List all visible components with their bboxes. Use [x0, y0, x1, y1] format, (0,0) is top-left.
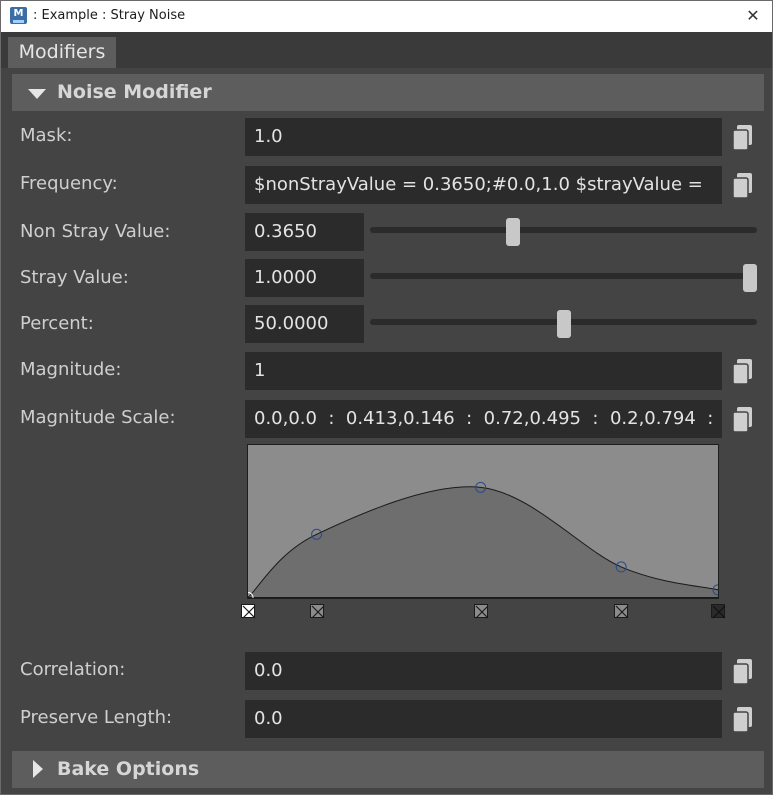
- percent-slider-handle[interactable]: [556, 310, 571, 338]
- magnitude-copy-icon[interactable]: [732, 358, 754, 386]
- frequency-label: Frequency:: [20, 173, 118, 194]
- correlation-copy-icon[interactable]: [732, 658, 754, 686]
- noise-modifier-label: Noise Modifier: [57, 81, 212, 103]
- non-stray-value-slider-handle[interactable]: [506, 218, 521, 246]
- bake-options-label: Bake Options: [57, 758, 200, 780]
- curve-key-box[interactable]: [309, 604, 325, 619]
- magnitude-scale-curve-graph[interactable]: [247, 444, 719, 599]
- maya-app-icon: M: [10, 7, 27, 24]
- window: M : Example : Stray Noise ✕ Modifiers No…: [0, 0, 773, 795]
- non-stray-value-label: Non Stray Value:: [20, 221, 171, 242]
- magnitude-field[interactable]: 1: [245, 352, 722, 390]
- percent-field[interactable]: 50.0000: [245, 305, 364, 343]
- frequency-field[interactable]: $nonStrayValue = 0.3650;#0.0,1.0 $strayV…: [245, 166, 722, 204]
- curve-key-box[interactable]: [241, 604, 256, 619]
- correlation-label: Correlation:: [20, 659, 126, 680]
- modifiers-panel: Noise Modifier Mask: 1.0 Frequency: $non…: [8, 68, 769, 792]
- stray-value-slider-handle[interactable]: [743, 264, 757, 292]
- stray-value-field[interactable]: 1.0000: [245, 259, 364, 297]
- expand-right-arrow-icon: [33, 760, 43, 778]
- tab-strip: Modifiers: [1, 32, 772, 68]
- key-cross-icon: [242, 605, 256, 619]
- correlation-field[interactable]: 0.0: [245, 652, 722, 690]
- magnitude-scale-copy-icon[interactable]: [732, 406, 754, 434]
- preserve-length-copy-icon[interactable]: [732, 706, 754, 734]
- key-cross-icon: [475, 605, 489, 619]
- noise-modifier-header[interactable]: Noise Modifier: [12, 74, 764, 111]
- key-cross-icon: [615, 605, 629, 619]
- frequency-copy-icon[interactable]: [732, 172, 754, 200]
- curve-key-box[interactable]: [473, 604, 489, 619]
- key-cross-icon: [311, 605, 325, 619]
- close-button[interactable]: ✕: [742, 5, 764, 27]
- bake-options-header[interactable]: Bake Options: [12, 751, 764, 788]
- magnitude-label: Magnitude:: [20, 359, 122, 380]
- stray-value-label: Stray Value:: [20, 267, 129, 288]
- tab-modifiers[interactable]: Modifiers: [8, 37, 116, 68]
- curve-canvas[interactable]: [248, 445, 718, 598]
- window-title: : Example : Stray Noise: [33, 8, 186, 23]
- mask-copy-icon[interactable]: [732, 124, 754, 152]
- stray-value-slider[interactable]: [370, 273, 757, 279]
- preserve-length-field[interactable]: 0.0: [245, 700, 722, 738]
- curve-fill-area: [248, 486, 718, 598]
- title-bar: M : Example : Stray Noise ✕: [1, 1, 772, 32]
- mask-label: Mask:: [20, 125, 73, 146]
- key-cross-icon: [712, 605, 726, 619]
- magnitude-scale-label: Magnitude Scale:: [20, 407, 176, 428]
- percent-label: Percent:: [20, 313, 94, 334]
- magnitude-scale-field[interactable]: 0.0,0.0 : 0.413,0.146 : 0.72,0.495 : 0.2…: [245, 400, 722, 438]
- expand-down-arrow-icon: [28, 89, 46, 99]
- mask-field[interactable]: 1.0: [245, 118, 722, 156]
- preserve-length-label: Preserve Length:: [20, 707, 173, 728]
- curve-key-box[interactable]: [711, 604, 726, 619]
- curve-key-box[interactable]: [614, 604, 629, 619]
- non-stray-value-slider[interactable]: [370, 227, 757, 233]
- non-stray-value-field[interactable]: 0.3650: [245, 213, 364, 251]
